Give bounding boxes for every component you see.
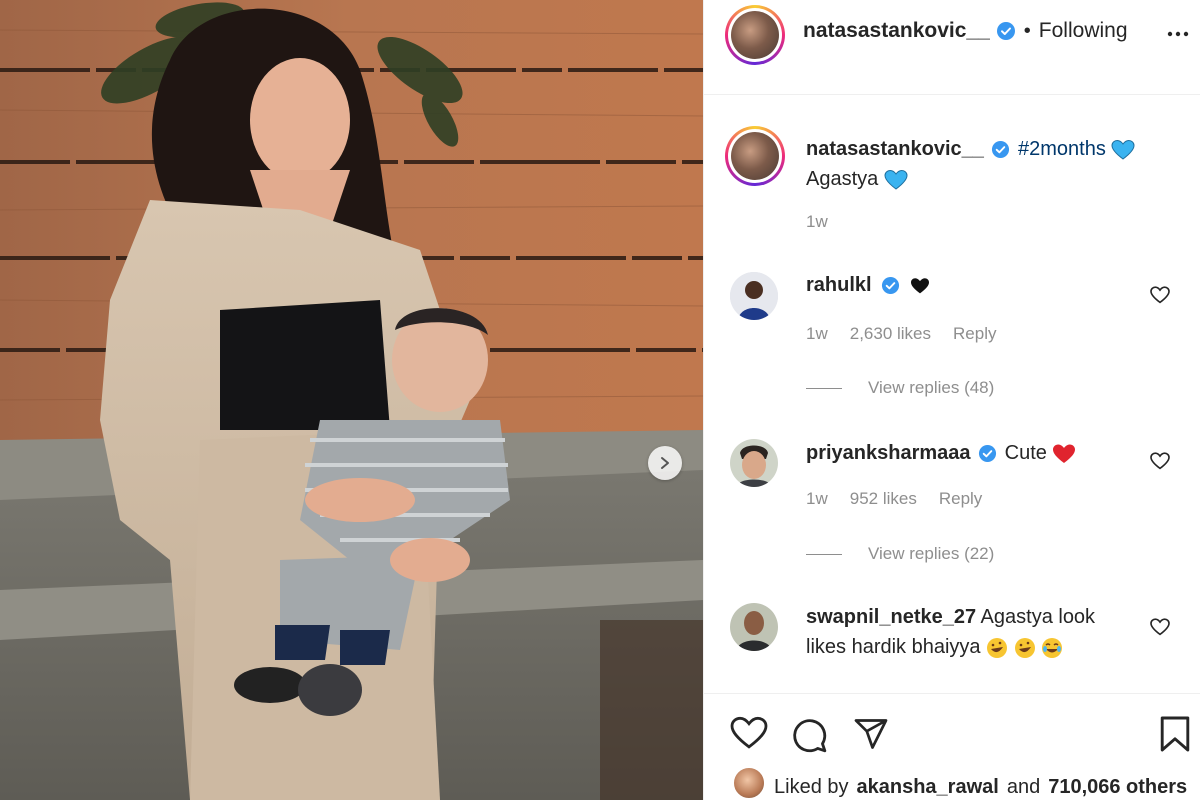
comment-time[interactable]: 1w [806,489,828,509]
caption-body: Agastya [806,168,879,190]
caption-text: natasastankovic__ #2months Agastya [806,134,1176,194]
blue-heart-icon [1111,139,1135,160]
blue-heart-icon [884,169,908,190]
header-name-row: natasastankovic__ • Following [803,19,1128,43]
heart-icon [1150,286,1170,304]
caption-avatar[interactable] [725,126,785,186]
comment-body: priyanksharmaaa Cute [806,438,1136,468]
heart-icon [1150,452,1170,470]
comment-text: Cute [1004,442,1047,464]
caption-hashtag[interactable]: #2months [1018,138,1106,160]
joy-emoji-icon [1042,637,1063,658]
chevron-right-icon [661,457,669,469]
post-image [0,0,703,800]
liked-by-summary: Liked by akansha_rawal and 710,066 other… [732,766,1187,800]
caption-time[interactable]: 1w [806,212,828,232]
rofl-emoji-icon [1014,637,1035,658]
comment-body: rahulkl [806,270,1136,300]
verified-badge-icon [992,141,1010,159]
liked-by-and: and [1006,775,1041,798]
comment-meta: 1w 952 likes Reply [806,489,982,509]
view-replies-label: View replies (22) [868,544,995,563]
verified-badge-icon [979,445,997,463]
heart-icon [730,716,768,749]
commenter-avatar[interactable] [730,272,778,320]
comment-username[interactable]: priyanksharmaaa [806,442,971,464]
view-replies-button[interactable]: View replies (48) [806,378,994,398]
comment-likes[interactable]: 2,630 likes [850,324,931,344]
author-username[interactable]: natasastankovic__ [803,19,990,43]
comment-like-button[interactable] [1150,452,1170,475]
more-icon [1167,31,1189,37]
reply-button[interactable]: Reply [953,324,996,344]
comment-like-button[interactable] [1150,286,1170,309]
commenter-avatar[interactable] [730,439,778,487]
view-replies-label: View replies (48) [868,378,995,397]
replies-divider [806,387,842,389]
comment-button[interactable] [790,716,828,759]
comment-icon [793,719,827,753]
bookmark-icon [1160,716,1190,752]
save-button[interactable] [1159,714,1191,759]
comment-likes[interactable]: 952 likes [850,489,917,509]
post-photo[interactable] [0,0,703,800]
next-photo-button[interactable] [648,446,682,480]
liker-avatar[interactable] [732,766,766,800]
post-header: natasastankovic__ • Following [704,0,1200,95]
view-replies-button[interactable]: View replies (22) [806,544,994,564]
reply-button[interactable]: Reply [939,489,982,509]
replies-divider [806,553,842,555]
comment-username[interactable]: rahulkl [806,274,872,296]
comment-body: swapnil_netke_27 Agastya look likes hard… [806,602,1126,662]
liked-by-prefix: Liked by [774,775,849,798]
verified-badge-icon [882,277,900,295]
black-heart-icon [910,277,929,294]
comment-like-button[interactable] [1150,618,1170,641]
caption-username[interactable]: natasastankovic__ [806,138,984,160]
heart-icon [1150,618,1170,636]
laughing-emoji-icons [986,636,1063,658]
header-separator: • [1023,19,1031,42]
comment-time[interactable]: 1w [806,324,828,344]
red-heart-icon [1053,444,1076,463]
post-actions: Liked by akansha_rawal and 710,066 other… [704,693,1200,800]
like-button[interactable] [730,716,768,755]
following-button[interactable]: Following [1039,19,1128,43]
likes-count[interactable]: 710,066 others [1048,776,1187,799]
comment-meta: 1w 2,630 likes Reply [806,324,996,344]
share-button[interactable] [852,716,890,757]
more-options-button[interactable] [1166,22,1190,51]
verified-badge-icon [996,22,1015,40]
commenter-avatar[interactable] [730,603,778,651]
post-side-panel: natasastankovic__ • Following natasastan… [703,0,1200,800]
share-icon [854,719,888,749]
rofl-emoji-icon [987,637,1008,658]
comment-username[interactable]: swapnil_netke_27 [806,606,976,628]
author-avatar[interactable] [725,5,785,65]
liked-by-user[interactable]: akansha_rawal [857,776,999,799]
